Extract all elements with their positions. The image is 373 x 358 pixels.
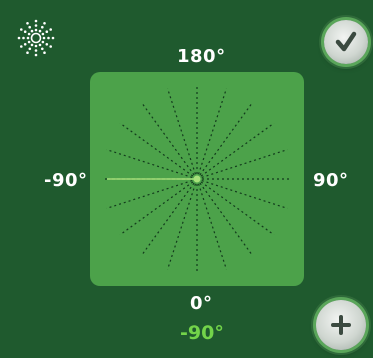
dial-ray <box>196 149 288 180</box>
stitch-angle-screen: 180° -90° 90° 0° -90° <box>0 0 373 358</box>
checkmark-icon <box>335 31 357 52</box>
dial-ray <box>119 122 198 180</box>
dial-ray <box>196 178 275 236</box>
dial-ray <box>106 149 198 180</box>
angle-label-left: -90° <box>44 170 88 191</box>
angle-label-right: 90° <box>313 170 349 191</box>
dial-ray <box>119 178 198 236</box>
add-button[interactable] <box>316 300 366 350</box>
starburst-icon <box>14 16 58 60</box>
dial-ray <box>196 178 227 270</box>
current-angle-value: -90° <box>180 322 224 344</box>
dial-ray <box>140 178 198 257</box>
dial-ray <box>167 88 198 180</box>
dial-ray <box>196 101 254 180</box>
dial-ray <box>167 178 198 270</box>
angle-label-bottom: 0° <box>190 293 213 314</box>
angle-dial[interactable] <box>90 72 304 286</box>
dial-ray <box>196 178 288 209</box>
plus-icon <box>331 315 351 335</box>
confirm-button[interactable] <box>324 20 368 64</box>
dial-center-point <box>193 175 201 183</box>
angle-label-top: 180° <box>177 46 226 67</box>
dial-ray <box>140 101 198 180</box>
dial-ray <box>106 178 198 209</box>
dial-ray <box>196 178 254 257</box>
dial-ray <box>196 88 227 180</box>
dial-ray <box>196 122 275 180</box>
